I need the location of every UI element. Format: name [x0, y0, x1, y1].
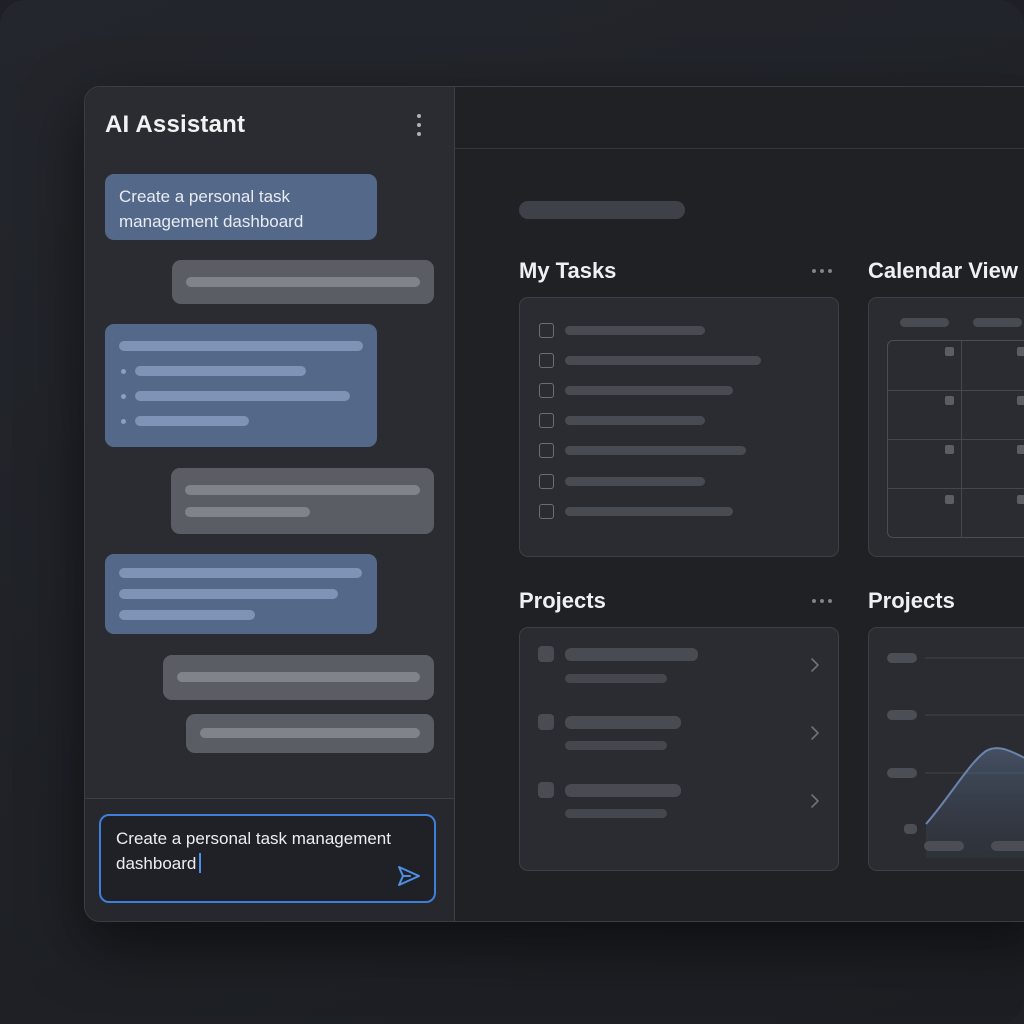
text-placeholder [185, 507, 310, 517]
project-meta-placeholder [565, 741, 667, 750]
text-cursor [199, 853, 202, 873]
task-label-placeholder [565, 356, 761, 365]
text-placeholder [186, 277, 420, 287]
task-checkbox[interactable] [539, 323, 554, 338]
dashboard-main: My Tasks Calendar View Projects Projects [455, 87, 1024, 921]
text-placeholder [119, 610, 255, 620]
send-icon[interactable] [396, 863, 422, 889]
assistant-message [163, 655, 434, 700]
project-icon [538, 782, 554, 798]
task-checkbox[interactable] [539, 413, 554, 428]
top-bar [455, 87, 1024, 149]
chevron-right-icon[interactable] [808, 725, 822, 741]
desktop-background: AI Assistant Create a personal task mana… [0, 0, 1024, 1024]
task-checkbox[interactable] [539, 353, 554, 368]
message-text: Create a personal task management dashbo… [119, 187, 304, 231]
bullet-icon [121, 369, 126, 374]
area-chart [887, 653, 1024, 858]
chevron-right-icon[interactable] [808, 793, 822, 809]
chat-input-area: Create a personal task management dashbo… [85, 798, 454, 921]
bullet-icon [121, 394, 126, 399]
chat-input[interactable]: Create a personal task management dashbo… [99, 814, 436, 903]
task-checkbox[interactable] [539, 383, 554, 398]
text-placeholder [200, 728, 420, 738]
calendar-header-placeholder [900, 318, 949, 327]
page-title-placeholder [519, 201, 685, 219]
my-tasks-card [519, 297, 839, 557]
user-message [105, 554, 377, 634]
project-meta-placeholder [565, 809, 667, 818]
task-checkbox[interactable] [539, 504, 554, 519]
project-icon [538, 714, 554, 730]
sidebar-header: AI Assistant [105, 109, 434, 141]
project-meta-placeholder [565, 674, 667, 683]
project-name-placeholder [565, 648, 698, 661]
projects-title: Projects [519, 588, 606, 613]
bullet-icon [121, 419, 126, 424]
text-placeholder [135, 416, 249, 426]
calendar-grid [887, 340, 1024, 538]
grid-line [888, 439, 1024, 440]
task-label-placeholder [565, 416, 705, 425]
app-window: AI Assistant Create a personal task mana… [84, 86, 1024, 922]
calendar-event-marker[interactable] [945, 347, 954, 356]
calendar-event-marker[interactable] [1017, 396, 1024, 405]
sidebar-title: AI Assistant [105, 111, 246, 138]
calendar-event-marker[interactable] [1017, 445, 1024, 454]
y-tick-placeholder [887, 653, 917, 663]
calendar-card [868, 297, 1024, 557]
text-placeholder [119, 589, 338, 599]
y-tick-placeholder [904, 824, 917, 834]
assistant-message [186, 714, 434, 753]
user-message [105, 324, 377, 447]
task-label-placeholder [565, 507, 733, 516]
projects-chart-title: Projects [868, 588, 955, 613]
grid-line [888, 390, 1024, 391]
grid-line [961, 341, 962, 537]
assistant-message [172, 260, 434, 304]
calendar-header-placeholder [973, 318, 1022, 327]
task-label-placeholder [565, 477, 705, 486]
task-label-placeholder [565, 446, 746, 455]
y-tick-placeholder [887, 710, 917, 720]
project-name-placeholder [565, 784, 681, 797]
y-tick-placeholder [887, 768, 917, 778]
calendar-event-marker[interactable] [1017, 347, 1024, 356]
text-placeholder [135, 366, 306, 376]
project-icon [538, 646, 554, 662]
user-message: Create a personal task management dashbo… [105, 174, 377, 240]
projects-list-card [519, 627, 839, 871]
more-horizontal-icon[interactable] [812, 598, 832, 604]
text-placeholder [185, 485, 420, 495]
chat-input-text[interactable]: Create a personal task management dashbo… [116, 826, 392, 876]
text-placeholder [177, 672, 420, 682]
my-tasks-title: My Tasks [519, 258, 617, 283]
task-label-placeholder [565, 326, 705, 335]
x-tick-placeholder [924, 841, 964, 851]
more-horizontal-icon[interactable] [812, 268, 832, 274]
calendar-view-title: Calendar View [868, 258, 1018, 283]
calendar-event-marker[interactable] [945, 396, 954, 405]
project-name-placeholder [565, 716, 681, 729]
task-checkbox[interactable] [539, 474, 554, 489]
chevron-right-icon[interactable] [808, 657, 822, 673]
projects-chart-card [868, 627, 1024, 871]
text-placeholder [119, 568, 362, 578]
grid-line [888, 488, 1024, 489]
assistant-sidebar: AI Assistant Create a personal task mana… [85, 87, 455, 921]
task-label-placeholder [565, 386, 733, 395]
calendar-event-marker[interactable] [1017, 495, 1024, 504]
text-placeholder [135, 391, 350, 401]
assistant-message [171, 468, 434, 534]
calendar-event-marker[interactable] [945, 495, 954, 504]
calendar-event-marker[interactable] [945, 445, 954, 454]
kebab-menu-icon[interactable] [414, 114, 424, 136]
task-checkbox[interactable] [539, 443, 554, 458]
x-tick-placeholder [991, 841, 1024, 851]
text-placeholder [119, 341, 363, 351]
